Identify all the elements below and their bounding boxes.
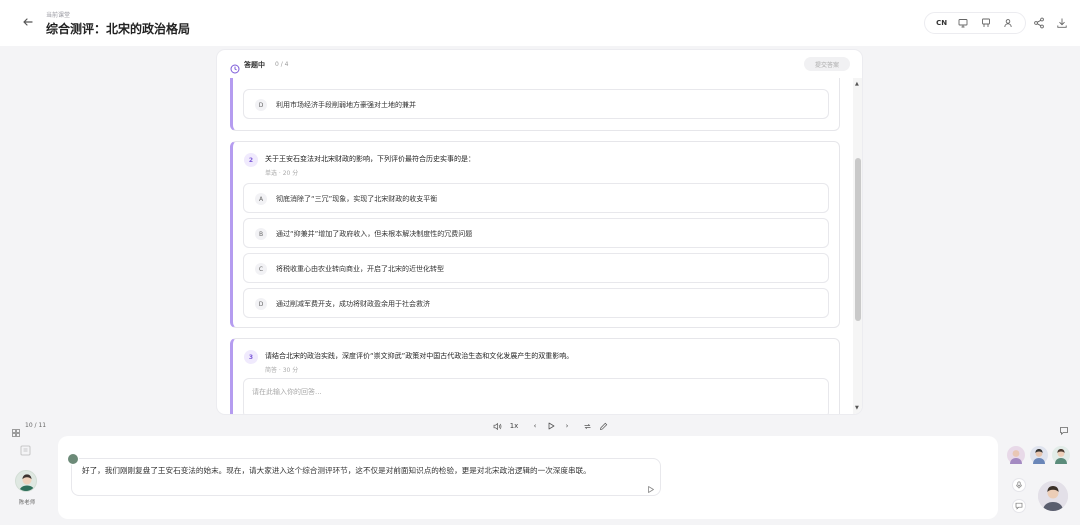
breadcrumb: 当前课堂 xyxy=(46,12,71,19)
speed-button[interactable]: 1x xyxy=(509,421,519,431)
option-text: 利用市场经济手段削弱地方豪强对土地的兼并 xyxy=(276,101,416,109)
share-icon[interactable] xyxy=(1033,14,1047,29)
question-number: 2 xyxy=(244,153,258,167)
monitor-icon[interactable] xyxy=(957,17,969,29)
play-icon[interactable] xyxy=(546,421,556,431)
scroll-down-icon[interactable]: ▼ xyxy=(855,405,859,411)
quiz-panel: 答题中 0 / 4 提交答案 D 利用市场经济手段削弱地方豪强对土地的兼并 2 … xyxy=(217,50,862,414)
whiteboard-icon[interactable] xyxy=(980,17,992,29)
header-toolbar: CN xyxy=(924,12,1026,34)
question-text: 关于王安石变法对北宋财政的影响，下列评价最符合历史实事的是： xyxy=(265,155,475,163)
answer-input[interactable] xyxy=(244,379,828,414)
option-letter: B xyxy=(255,228,267,240)
player-bar: 10 / 11 1x ‹ › xyxy=(0,418,1080,437)
page-title: 综合测评：北宋的政治格局 xyxy=(46,22,191,36)
slide-counter: 10 / 11 xyxy=(25,422,47,429)
question-meta: 简答 · 30 分 xyxy=(265,367,299,374)
question-card-3: 3 请结合北宋的政治实践，深度评价“崇文抑武”政策对中国古代政治生态和文化发展产… xyxy=(230,338,840,414)
question-meta: 单选 · 20 分 xyxy=(265,170,299,177)
option-c[interactable]: C 将税收重心由农业转向商业，开启了北宋的近世化转型 xyxy=(243,253,829,283)
option-a[interactable]: A 彻底消除了“三冗”现象，实现了北宋财政的收支平衡 xyxy=(243,183,829,213)
option-letter: C xyxy=(255,263,267,275)
next-icon[interactable]: › xyxy=(562,421,572,431)
option-b[interactable]: B 通过“抑兼并”增加了政府收入，但未根本解决制度性的冗费问题 xyxy=(243,218,829,248)
app-header: 当前课堂 综合测评：北宋的政治格局 CN xyxy=(0,0,1080,46)
question-card-2: 2 关于王安石变法对北宋财政的影响，下列评价最符合历史实事的是： 单选 · 20… xyxy=(230,141,840,328)
option-d[interactable]: D 利用市场经济手段削弱地方豪强对土地的兼并 xyxy=(243,89,829,119)
chat-bubble-icon[interactable] xyxy=(1059,421,1069,436)
teacher-name: 陈老师 xyxy=(18,500,36,506)
microphone-icon[interactable] xyxy=(1012,478,1026,492)
scrollbar-thumb[interactable] xyxy=(855,158,861,321)
previous-icon[interactable]: ‹ xyxy=(530,421,540,431)
language-toggle[interactable]: CN xyxy=(936,19,947,27)
slide-slot-icon[interactable] xyxy=(20,441,32,456)
question-number: 3 xyxy=(244,350,258,364)
option-d[interactable]: D 通过削减军费开支，成功将财政盈余用于社会救济 xyxy=(243,288,829,318)
back-arrow-icon[interactable] xyxy=(20,14,36,30)
option-text: 通过削减军费开支，成功将财政盈余用于社会救济 xyxy=(276,300,430,308)
teacher-avatar[interactable] xyxy=(15,470,37,492)
quiz-status-label: 答题中 xyxy=(244,61,265,69)
question-text: 请结合北宋的政治实践，深度评价“崇文抑武”政策对中国古代政治生态和文化发展产生的… xyxy=(265,352,574,360)
submit-answers-button[interactable]: 提交答案 xyxy=(804,57,850,71)
chat-message-bubble: 好了，我们刚刚复盘了王安石变法的始末。现在，请大家进入这个综合测评环节，这不仅是… xyxy=(71,458,661,496)
speaker-avatar xyxy=(67,453,79,465)
quiz-status-bar: 答题中 0 / 4 提交答案 xyxy=(217,50,862,78)
download-icon[interactable] xyxy=(1056,14,1070,28)
user-avatar[interactable] xyxy=(1038,481,1068,511)
question-card-1: D 利用市场经济手段削弱地方豪强对土地的兼并 xyxy=(230,78,840,131)
option-letter: D xyxy=(255,99,267,111)
clock-icon xyxy=(230,59,240,74)
scrollbar[interactable]: ▲ ▼ xyxy=(853,78,862,414)
participant-avatar[interactable] xyxy=(1030,446,1048,464)
volume-icon[interactable] xyxy=(492,421,502,431)
option-letter: D xyxy=(255,298,267,310)
grid-icon[interactable] xyxy=(12,422,20,437)
chat-message-text: 好了，我们刚刚复盘了王安石变法的始末。现在，请大家进入这个综合测评环节，这不仅是… xyxy=(82,466,591,475)
message-icon[interactable] xyxy=(1012,499,1026,513)
option-letter: A xyxy=(255,193,267,205)
answer-box xyxy=(243,378,829,414)
quiz-progress: 0 / 4 xyxy=(275,61,289,68)
option-text: 通过“抑兼并”增加了政府收入，但未根本解决制度性的冗费问题 xyxy=(276,230,473,238)
option-text: 彻底消除了“三冗”现象，实现了北宋财政的收支平衡 xyxy=(276,195,438,203)
participant-avatar[interactable] xyxy=(1052,446,1070,464)
pen-icon[interactable] xyxy=(598,421,608,431)
play-message-icon[interactable] xyxy=(646,479,655,493)
scroll-up-icon[interactable]: ▲ xyxy=(855,81,859,87)
user-icon[interactable] xyxy=(1002,17,1014,29)
repeat-icon[interactable] xyxy=(582,421,592,431)
option-text: 将税收重心由农业转向商业，开启了北宋的近世化转型 xyxy=(276,265,444,273)
participant-avatar[interactable] xyxy=(1007,446,1025,464)
